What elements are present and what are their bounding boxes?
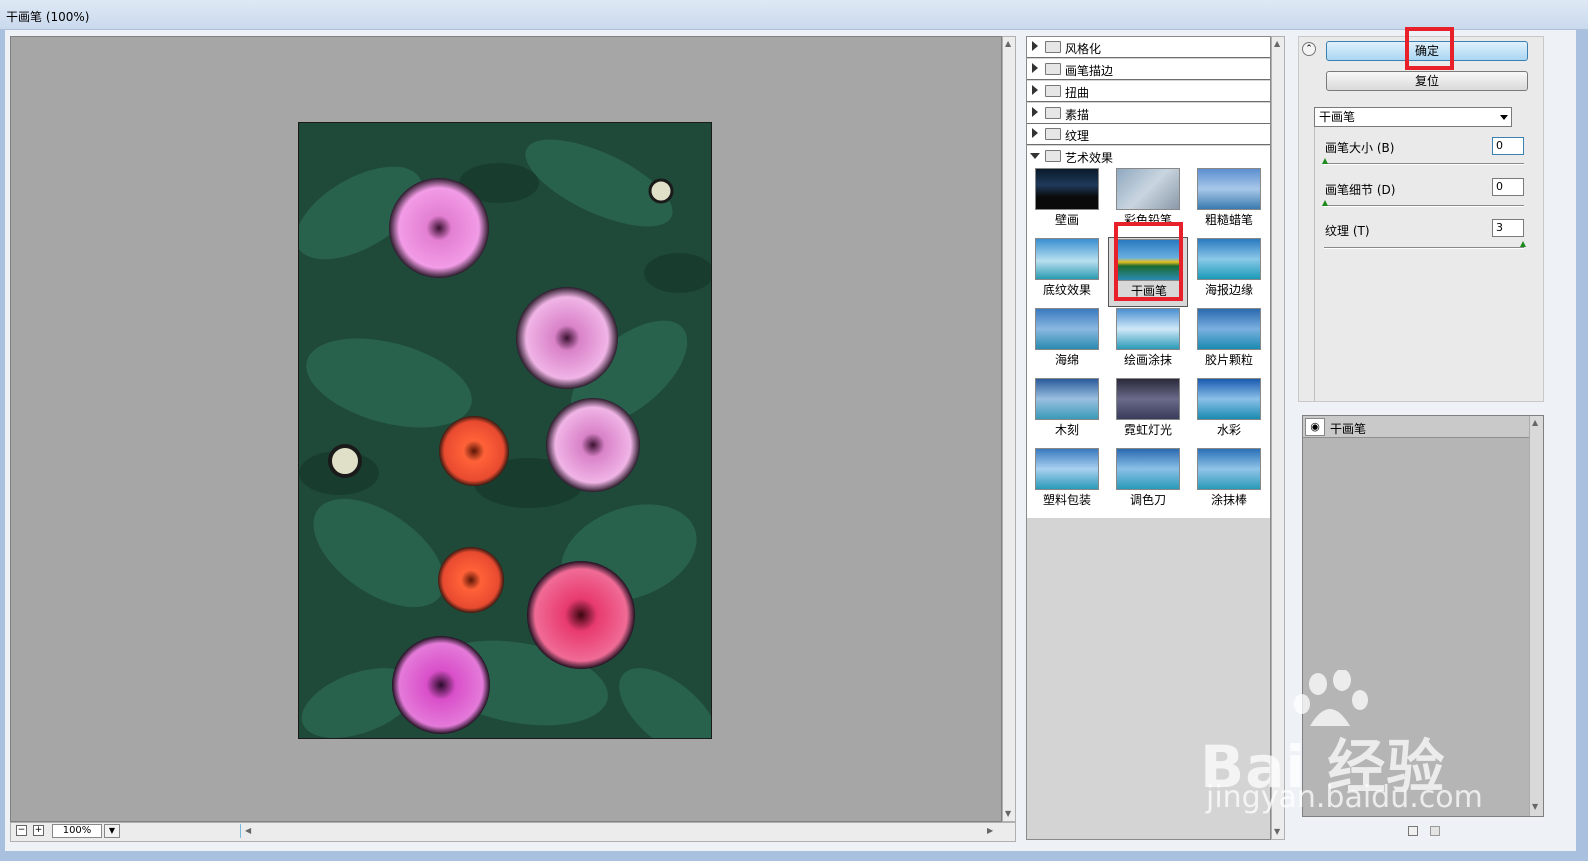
filter-thumb[interactable]: 海报边缘 (1189, 237, 1269, 307)
chevron-down-icon[interactable]: ▼ (104, 824, 120, 838)
collapse-icon[interactable]: ⌃ (1302, 42, 1316, 56)
filter-thumb[interactable]: 霓虹灯光 (1108, 377, 1188, 447)
brush-size-label: 画笔大小 (B) (1325, 141, 1395, 155)
filter-thumb[interactable]: 胶片颗粒 (1189, 307, 1269, 377)
annotation-highlight-thumb (1114, 222, 1183, 301)
folder-stylize[interactable]: 风格化 (1027, 37, 1270, 58)
thumbnail-image (1197, 238, 1261, 280)
folder-artistic[interactable]: 艺术效果 (1027, 146, 1270, 167)
scroll-up-icon[interactable]: ▲ (1005, 39, 1011, 48)
folder-icon (1045, 128, 1061, 140)
folder-open-icon (1045, 150, 1061, 162)
canvas-vertical-scrollbar[interactable]: ▲ ▼ (1002, 36, 1016, 822)
thumbnail-image (1035, 168, 1099, 210)
filter-thumb[interactable]: 木刻 (1027, 377, 1107, 447)
filter-thumb[interactable]: 塑料包装 (1027, 447, 1107, 517)
thumbnail-image (1197, 448, 1261, 490)
expand-triangle-icon[interactable] (1032, 107, 1038, 117)
filter-thumb[interactable]: 粗糙蜡笔 (1189, 167, 1269, 237)
eye-icon[interactable]: ◉ (1305, 418, 1325, 436)
thumbnail-image (1116, 378, 1180, 420)
watermark-url: jingyan.baidu.com (1206, 780, 1483, 815)
brush-detail-label: 画笔细节 (D) (1325, 183, 1396, 197)
effect-layer-name: 干画笔 (1330, 422, 1367, 436)
preview-image (298, 122, 712, 739)
scroll-right-icon[interactable]: ▶ (987, 826, 993, 835)
filter-thumb[interactable]: 水彩 (1189, 377, 1269, 447)
folder-brush-strokes[interactable]: 画笔描边 (1027, 59, 1270, 80)
thumbnail-image (1116, 308, 1180, 350)
trash-icon[interactable] (1430, 826, 1440, 836)
thumbnail-image (1035, 378, 1099, 420)
scroll-left-icon[interactable]: ◀ (245, 826, 251, 835)
filter-thumb[interactable]: 海绵 (1027, 307, 1107, 377)
filter-params (1314, 127, 1534, 402)
canvas-horizontal-scrollbar[interactable]: ◀ ▶ (240, 824, 1000, 838)
filter-select[interactable]: 干画笔 (1314, 107, 1512, 127)
thumbnail-image (1116, 168, 1180, 210)
expand-triangle-icon[interactable] (1032, 85, 1038, 95)
zoom-level-field[interactable]: 100% (52, 824, 102, 838)
expand-triangle-icon[interactable] (1032, 128, 1038, 138)
slider-knob-icon[interactable] (1322, 200, 1328, 206)
scroll-down-icon[interactable]: ▼ (1532, 802, 1538, 811)
thumbnail-image (1197, 168, 1261, 210)
folder-icon (1045, 63, 1061, 75)
annotation-highlight-ok (1405, 27, 1454, 70)
filter-select-value: 干画笔 (1319, 110, 1356, 124)
thumbnail-image (1197, 378, 1261, 420)
scroll-up-icon[interactable]: ▲ (1532, 418, 1538, 427)
expand-triangle-icon[interactable] (1032, 41, 1038, 51)
collapse-triangle-icon[interactable] (1030, 153, 1040, 159)
filter-thumb[interactable]: 底纹效果 (1027, 237, 1107, 307)
filter-thumbnails: 壁画 彩色铅笔 粗糙蜡笔 底纹效果 干画笔 海报边缘 海绵 绘画涂抹 胶片颗粒 … (1027, 166, 1270, 518)
texture-input[interactable]: 3 (1492, 219, 1524, 237)
folder-texture[interactable]: 纹理 (1027, 124, 1270, 145)
thumbnail-image (1035, 448, 1099, 490)
new-layer-icon[interactable] (1408, 826, 1418, 836)
slider-knob-icon[interactable] (1322, 158, 1328, 164)
thumbnail-image (1035, 308, 1099, 350)
folder-icon (1045, 107, 1061, 119)
brush-detail-input[interactable]: 0 (1492, 178, 1524, 196)
scroll-up-icon[interactable]: ▲ (1274, 39, 1280, 48)
folder-sketch[interactable]: 素描 (1027, 103, 1270, 124)
folder-icon (1045, 85, 1061, 97)
brush-size-input[interactable]: 0 (1492, 137, 1524, 155)
folder-icon (1045, 41, 1061, 53)
zoom-out-button[interactable]: − (16, 825, 27, 836)
filter-thumb[interactable]: 涂抹棒 (1189, 447, 1269, 517)
expand-triangle-icon[interactable] (1032, 63, 1038, 73)
thumbnail-image (1197, 308, 1261, 350)
layers-vertical-scrollbar[interactable]: ▲ ▼ (1529, 416, 1543, 816)
scroll-down-icon[interactable]: ▼ (1274, 827, 1280, 836)
filter-thumb[interactable]: 壁画 (1027, 167, 1107, 237)
scroll-down-icon[interactable]: ▼ (1005, 809, 1011, 818)
filter-thumb[interactable]: 调色刀 (1108, 447, 1188, 517)
chevron-down-icon (1500, 115, 1508, 120)
slider-knob-icon[interactable] (1520, 241, 1526, 247)
title-bar: 干画笔 (100%) (0, 0, 1588, 30)
thumbnail-image (1116, 448, 1180, 490)
reset-button[interactable]: 复位 (1326, 71, 1528, 91)
folder-distort[interactable]: 扭曲 (1027, 81, 1270, 102)
brush-size-slider[interactable] (1324, 163, 1524, 165)
texture-label: 纹理 (T) (1325, 224, 1370, 238)
window-title: 干画笔 (100%) (6, 10, 90, 24)
filter-thumb[interactable]: 绘画涂抹 (1108, 307, 1188, 377)
zoom-in-button[interactable]: + (33, 825, 44, 836)
brush-detail-slider[interactable] (1324, 205, 1524, 207)
thumbnail-image (1035, 238, 1099, 280)
texture-slider[interactable] (1324, 247, 1524, 249)
